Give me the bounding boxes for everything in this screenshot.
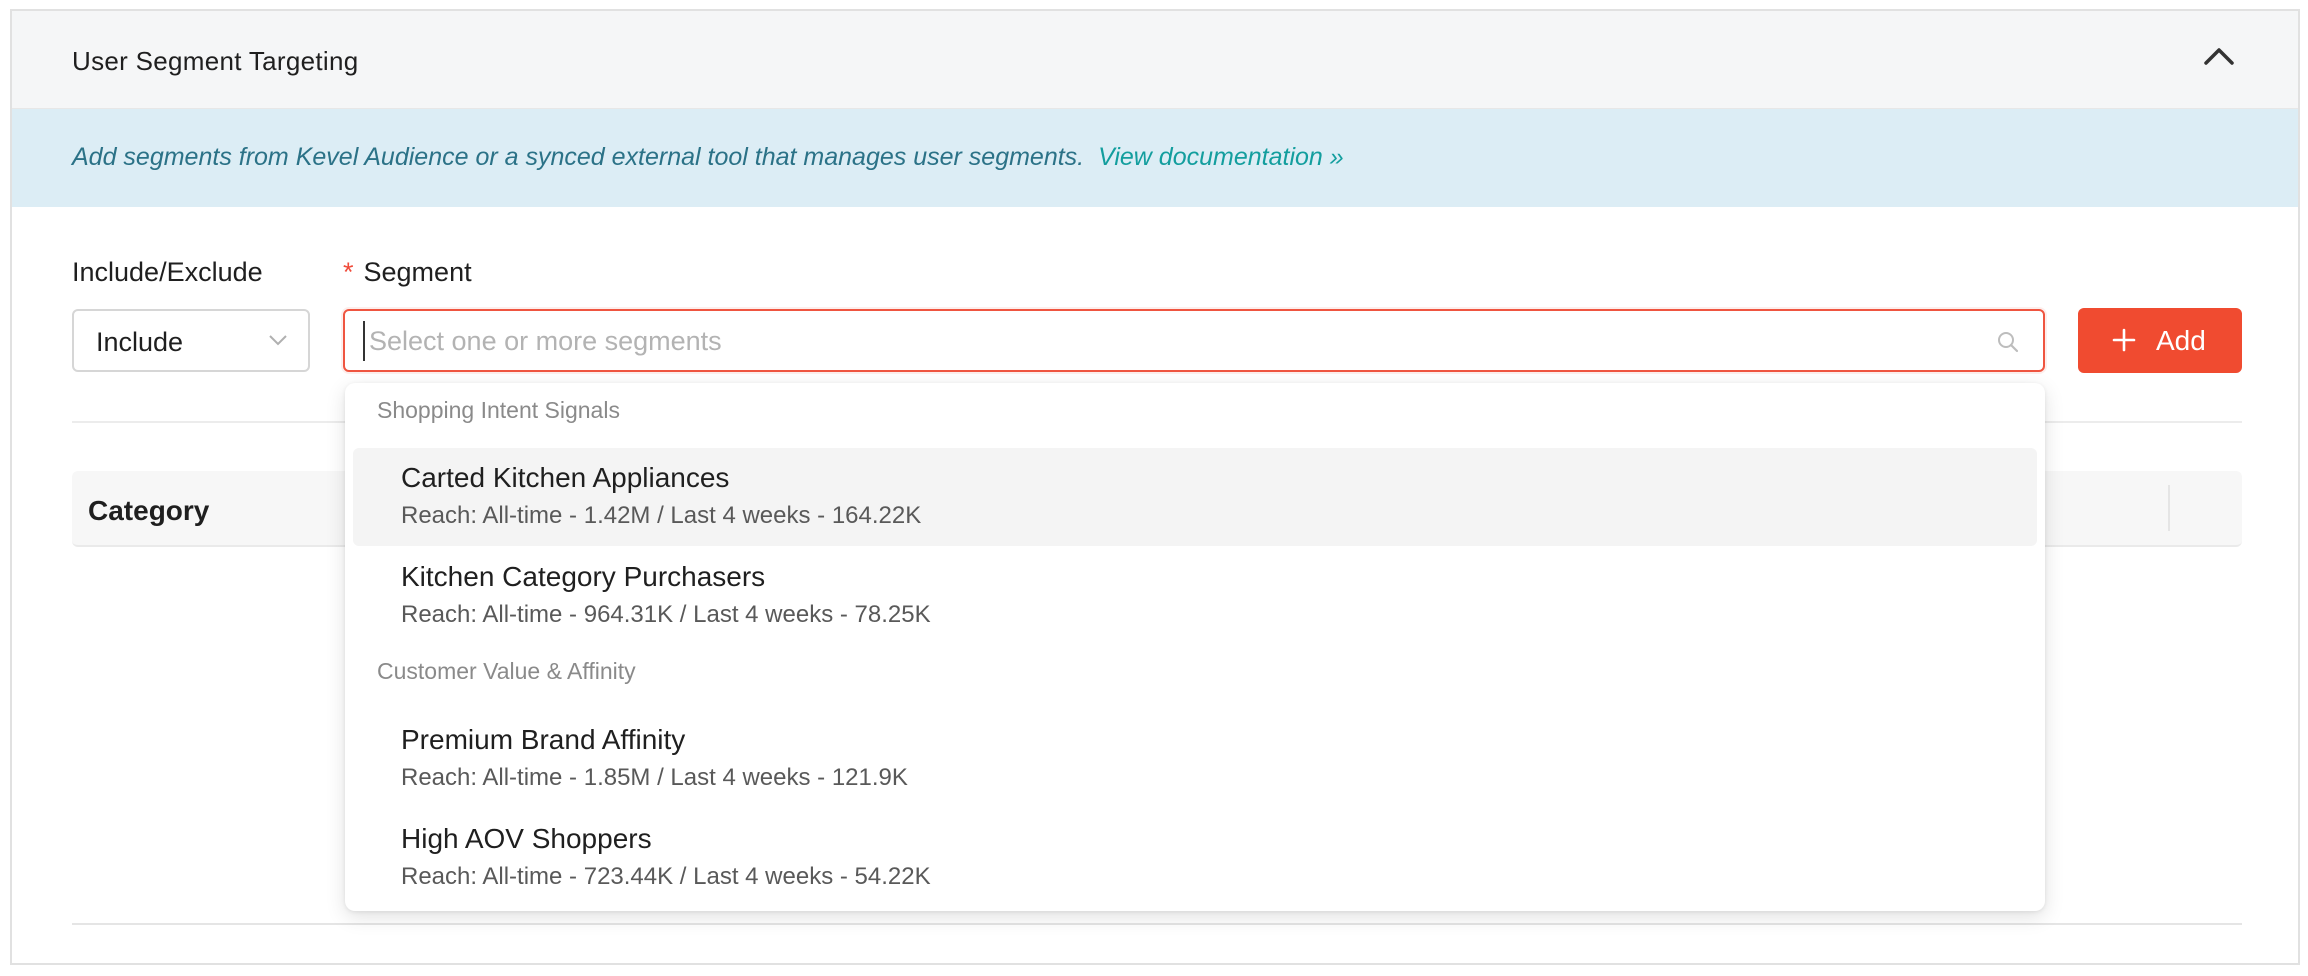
add-button-label: Add bbox=[2156, 325, 2206, 356]
chevron-down-icon bbox=[269, 335, 287, 346]
segment-select[interactable] bbox=[343, 309, 2045, 372]
column-header-category[interactable]: Category bbox=[88, 495, 209, 527]
option-title: High AOV Shoppers bbox=[401, 823, 652, 854]
segment-dropdown: Shopping Intent Signals Carted Kitchen A… bbox=[345, 383, 2045, 911]
option-reach: Reach: All-time - 964.31K / Last 4 weeks… bbox=[401, 601, 931, 628]
segment-label-text: Segment bbox=[363, 257, 472, 287]
include-exclude-label: Include/Exclude bbox=[72, 257, 263, 287]
option-reach: Reach: All-time - 723.44K / Last 4 weeks… bbox=[401, 863, 931, 890]
include-exclude-value: Include bbox=[96, 327, 184, 357]
option-carted-kitchen-appliances[interactable]: Carted Kitchen Appliances Reach: All-tim… bbox=[353, 448, 2037, 546]
option-kitchen-category-purchasers[interactable]: Kitchen Category Purchasers Reach: All-t… bbox=[353, 547, 2037, 645]
segment-search-input[interactable] bbox=[363, 321, 1963, 361]
column-separator bbox=[2168, 485, 2170, 531]
group-label-customer-value: Customer Value & Affinity bbox=[377, 658, 636, 684]
option-title: Premium Brand Affinity bbox=[401, 724, 686, 755]
option-reach: Reach: All-time - 1.85M / Last 4 weeks -… bbox=[401, 764, 908, 791]
segment-targeting-panel: User Segment Targeting Add segments from… bbox=[10, 9, 2300, 965]
info-message: Add segments from Kevel Audience or a sy… bbox=[72, 143, 1085, 171]
chevron-up-icon[interactable] bbox=[2202, 43, 2236, 69]
option-premium-brand-affinity[interactable]: Premium Brand Affinity Reach: All-time -… bbox=[353, 710, 2037, 808]
required-mark: * bbox=[343, 257, 354, 287]
add-button[interactable]: Add bbox=[2078, 308, 2242, 373]
group-label-shopping-intent: Shopping Intent Signals bbox=[377, 397, 620, 423]
option-reach: Reach: All-time - 1.42M / Last 4 weeks -… bbox=[401, 502, 922, 529]
option-high-aov-shoppers[interactable]: High AOV Shoppers Reach: All-time - 723.… bbox=[353, 809, 2037, 907]
panel-header[interactable]: User Segment Targeting bbox=[12, 11, 2298, 109]
segment-label: * Segment bbox=[343, 257, 472, 288]
view-documentation-link[interactable]: View documentation » bbox=[1098, 143, 1344, 171]
panel-title: User Segment Targeting bbox=[72, 46, 359, 76]
search-icon bbox=[1998, 332, 2019, 353]
divider bbox=[72, 923, 2242, 925]
include-exclude-select[interactable]: Include bbox=[72, 309, 310, 372]
plus-icon bbox=[2112, 328, 2136, 352]
info-text: Add segments from Kevel Audience or a sy… bbox=[72, 143, 1344, 172]
option-title: Kitchen Category Purchasers bbox=[401, 561, 766, 592]
info-banner: Add segments from Kevel Audience or a sy… bbox=[12, 109, 2298, 207]
option-title: Carted Kitchen Appliances bbox=[401, 462, 730, 493]
